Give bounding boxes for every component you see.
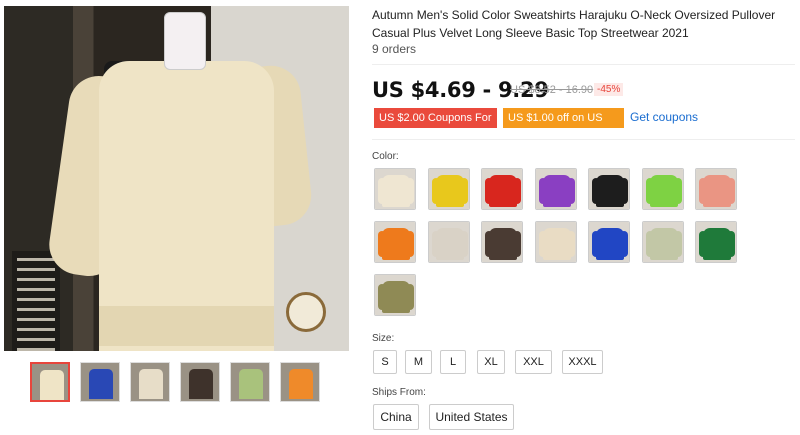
thumbnail-dark-brown[interactable]: [180, 362, 220, 402]
color-swatch-red[interactable]: [481, 168, 523, 210]
swatch-sweater: [703, 228, 731, 260]
divider: [372, 64, 795, 65]
swatch-sweater: [703, 175, 731, 207]
sweater-hem: [99, 306, 274, 346]
thumbnail-sweater: [189, 369, 213, 399]
color-swatch-blue[interactable]: [588, 221, 630, 263]
swatch-sweater: [649, 175, 678, 207]
cafe-menu-sign: [12, 251, 60, 351]
color-swatch-dark-brown[interactable]: [481, 221, 523, 263]
swatch-sweater: [649, 228, 678, 260]
size-option-l[interactable]: L: [440, 350, 466, 374]
thumbnail-beige[interactable]: [130, 362, 170, 402]
color-swatch-light-grey[interactable]: [427, 221, 470, 263]
size-option-xl[interactable]: XL: [477, 350, 505, 374]
phone: [164, 12, 206, 70]
thumbnail-sage[interactable]: [230, 362, 270, 402]
thumbnail-blue[interactable]: [80, 362, 120, 402]
swatch-sweater: [382, 228, 410, 260]
size-option-xxl[interactable]: XXL: [515, 350, 552, 374]
swatch-sweater: [382, 175, 410, 207]
color-swatch-dark-green[interactable]: [695, 221, 737, 263]
color-swatch-orange[interactable]: [374, 221, 416, 263]
swatch-sweater: [489, 175, 517, 207]
color-swatch-khaki[interactable]: [374, 274, 416, 316]
thumbnail-sweater: [139, 369, 163, 399]
color-swatch-purple[interactable]: [534, 168, 577, 210]
select-coupon[interactable]: US $1.00 off on US $19.00: [503, 108, 624, 144]
wall-clock: [286, 292, 326, 332]
divider: [372, 139, 795, 140]
thumbnail-sweater: [239, 369, 263, 399]
swatch-sweater: [596, 175, 624, 207]
thumbnail-sweater: [40, 370, 64, 400]
ships-from-united-states[interactable]: United States: [429, 404, 514, 430]
color-swatch-pink[interactable]: [695, 168, 737, 210]
size-option-xxxl[interactable]: XXXL: [562, 350, 603, 374]
thumbnail-strip: [30, 362, 330, 404]
ships-from-label: Ships From:: [372, 387, 426, 398]
get-coupons-link[interactable]: Get coupons: [630, 110, 698, 124]
product-title: Autumn Men's Solid Color Sweatshirts Har…: [372, 8, 776, 40]
original-price: US $8.52 - 16.90: [510, 84, 594, 96]
color-swatch-cream[interactable]: [534, 221, 577, 263]
discount-badge: -45%: [594, 83, 624, 96]
thumbnail-cream[interactable]: [30, 362, 70, 402]
main-product-image: [4, 6, 349, 351]
swatch-sweater: [596, 228, 624, 260]
orders-count: 9 orders: [372, 42, 417, 56]
color-swatch-black[interactable]: [588, 168, 630, 210]
color-swatch-sage[interactable]: [641, 221, 684, 263]
swatch-sweater: [435, 228, 464, 260]
ships-from-china[interactable]: China: [373, 404, 419, 430]
swatch-sweater: [435, 175, 464, 207]
color-swatch-yellow[interactable]: [427, 168, 470, 210]
store-coupon[interactable]: US $2.00 Coupons For You: [374, 108, 497, 144]
color-label: Color:: [372, 151, 399, 162]
swatch-sweater: [382, 281, 410, 313]
size-label: Size:: [372, 333, 395, 344]
color-swatch-green[interactable]: [641, 168, 684, 210]
swatch-sweater: [542, 228, 571, 260]
color-swatch-beige[interactable]: [374, 168, 416, 210]
thumbnail-sweater: [289, 369, 313, 399]
thumbnail-sweater: [89, 369, 113, 399]
size-option-m[interactable]: M: [405, 350, 432, 374]
swatch-sweater: [542, 175, 571, 207]
swatch-sweater: [489, 228, 517, 260]
size-option-s[interactable]: S: [373, 350, 397, 374]
thumbnail-orange[interactable]: [280, 362, 320, 402]
